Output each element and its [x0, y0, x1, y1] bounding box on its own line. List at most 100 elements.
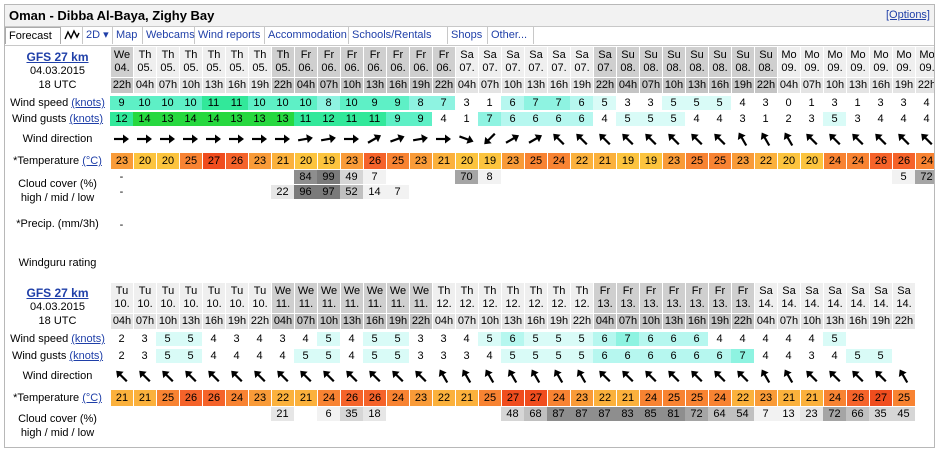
- hour-label: 16h: [202, 314, 225, 329]
- wind-speed-value: 4: [731, 332, 754, 346]
- day-number: 06.: [298, 62, 314, 74]
- time-column-header: Sa 07.: [478, 47, 501, 77]
- temperature-value: 25: [524, 153, 547, 169]
- hour-label: 10h: [317, 314, 340, 329]
- tab-shops[interactable]: Shops: [448, 27, 488, 44]
- hour-label: 07h: [133, 314, 156, 329]
- temperature-value: 27: [501, 390, 524, 406]
- model-link[interactable]: GFS 27 km: [26, 50, 88, 64]
- day-name: Sa: [529, 49, 543, 61]
- wind-speed-value: 3: [639, 96, 662, 110]
- time-column-header: Mo 09.: [915, 47, 934, 77]
- day-number: 08.: [666, 62, 682, 74]
- wind-speed-value: 5: [593, 96, 616, 110]
- cloud-high-value: 72: [915, 170, 934, 184]
- hour-label: 04h: [455, 78, 478, 93]
- temperature-value: 25: [685, 390, 708, 406]
- time-column-header: We 11.: [340, 283, 363, 313]
- day-number: 12.: [505, 298, 521, 310]
- hour-label: 04h: [271, 314, 294, 329]
- wind-direction-arrow-icon: [317, 367, 340, 385]
- tab-webcams[interactable]: Webcams: [143, 27, 195, 44]
- wind-gust-value: 7: [731, 349, 754, 363]
- temperature-value: 23: [501, 153, 524, 169]
- wind-direction-arrow-icon: [570, 367, 593, 385]
- day-number: 06.: [344, 62, 360, 74]
- wind-gust-value: 3: [409, 349, 432, 363]
- temperature-value: 22: [570, 153, 593, 169]
- day-number: 08.: [689, 62, 705, 74]
- model-link[interactable]: GFS 27 km: [26, 286, 88, 300]
- init-date: 04.03.2015: [29, 65, 86, 77]
- day-number: 13.: [643, 298, 659, 310]
- day-number: 04.: [114, 62, 130, 74]
- hour-label: 19h: [248, 78, 271, 93]
- day-number: 06.: [436, 62, 452, 74]
- day-number: 09.: [781, 62, 797, 74]
- wind-speed-value: 4: [777, 332, 800, 346]
- wind-speed-value: 6: [662, 332, 685, 346]
- forecast-block-1: GFS 27 km 04.03.2015 18 UTC We 04. 22h Th 05. 04…: [5, 47, 934, 279]
- day-number: 13.: [735, 298, 751, 310]
- tab-2d[interactable]: 2D ▾: [83, 27, 113, 44]
- cloud-high-value: 64: [708, 407, 731, 421]
- day-number: 07.: [551, 62, 567, 74]
- wind-gusts-label-unit-link[interactable]: (knots): [69, 350, 103, 362]
- model-name[interactable]: GFS 27 km: [5, 50, 110, 64]
- wind-direction-arrow-icon: [800, 367, 823, 385]
- day-number: 11.: [344, 298, 360, 310]
- tab-other[interactable]: Other...: [488, 27, 534, 44]
- wind-gust-value: 11: [294, 112, 317, 126]
- hour-label: 16h: [846, 314, 869, 329]
- day-number: 06.: [367, 62, 383, 74]
- wind-direction-arrow-icon: [455, 130, 478, 148]
- tab-accommodation[interactable]: Accommodation: [265, 27, 349, 44]
- day-number: 11.: [367, 298, 383, 310]
- cloud-high-value: 23: [800, 407, 823, 421]
- precip-value: -: [119, 219, 124, 231]
- temperature-value: 23: [662, 153, 685, 169]
- day-number: 07.: [597, 62, 613, 74]
- model-name[interactable]: GFS 27 km: [5, 286, 110, 300]
- temperature-label-unit-link[interactable]: (°C): [82, 392, 102, 404]
- wind-speed-label-unit-link[interactable]: (knots): [71, 333, 105, 345]
- wind-gust-value: 13: [271, 112, 294, 126]
- cloud-cover-label-text: Cloud cover (%): [18, 178, 97, 190]
- hour-label: 13h: [363, 78, 386, 93]
- graph-icon[interactable]: [61, 27, 83, 44]
- time-column-header: Mo 09.: [777, 47, 800, 77]
- time-column-header: Sa 14.: [823, 283, 846, 313]
- wind-direction-arrow-icon: [846, 367, 869, 385]
- temperature-label-unit-link[interactable]: (°C): [82, 155, 102, 167]
- day-name: Th: [552, 285, 566, 297]
- wind-gust-value: 2: [777, 112, 800, 126]
- day-name: Th: [184, 49, 198, 61]
- hour-label: 07h: [616, 314, 639, 329]
- hour-label: 13h: [823, 314, 846, 329]
- wind-gust-value: 4: [777, 349, 800, 363]
- day-name: Fr: [392, 49, 404, 61]
- tab-map[interactable]: Map: [113, 27, 143, 44]
- forecast-widget: Oman - Dibba Al-Baya, Zighy Bay [Options…: [4, 4, 935, 448]
- wind-speed-value: 7: [524, 96, 547, 110]
- time-column-header: Fr 13.: [593, 283, 616, 313]
- wind-direction-arrow-icon: [478, 367, 501, 385]
- hour-label: 07h: [294, 314, 317, 329]
- tab-schools-rentals[interactable]: Schools/Rentals: [349, 27, 448, 44]
- temperature-value: 22: [754, 153, 777, 169]
- wind-speed-value: 6: [639, 332, 662, 346]
- options-link[interactable]: [Options]: [886, 9, 930, 21]
- wind-speed-value: 5: [363, 332, 386, 346]
- wind-gust-value: 5: [501, 349, 524, 363]
- day-number: 11.: [390, 298, 406, 310]
- hour-label: 19h: [225, 314, 248, 329]
- day-name: We: [343, 285, 361, 297]
- wind-speed-label-unit-link[interactable]: (knots): [71, 97, 105, 109]
- wind-gusts-label-unit-link[interactable]: (knots): [69, 113, 103, 125]
- cloud-high-value: 81: [662, 407, 685, 421]
- tab-forecast[interactable]: Forecast: [5, 27, 61, 44]
- wind-gusts-label-text: Wind gusts: [11, 113, 67, 125]
- wind-speed-value: 4: [800, 332, 823, 346]
- tab-wind-reports[interactable]: Wind reports: [195, 27, 265, 44]
- time-column-header: Sa 07.: [593, 47, 616, 77]
